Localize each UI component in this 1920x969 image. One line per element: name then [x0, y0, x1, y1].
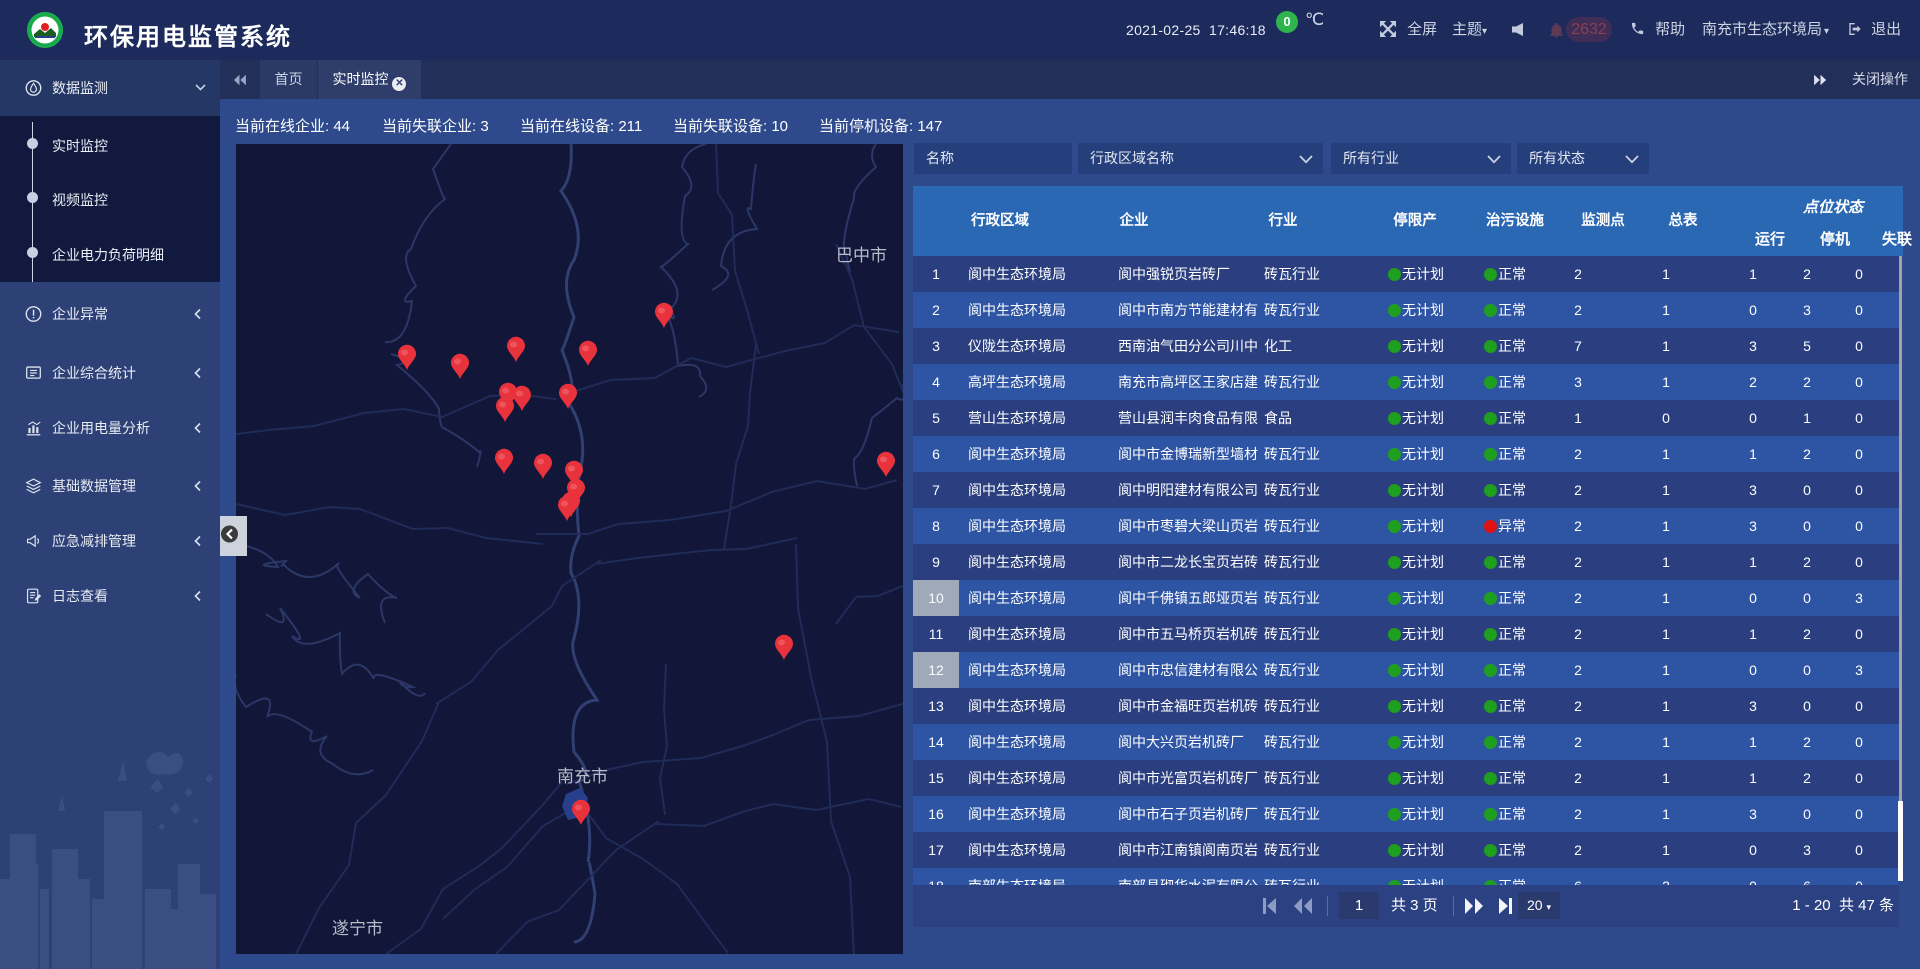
svg-text:巴中市: 巴中市	[836, 246, 887, 265]
svg-text:南充市: 南充市	[557, 767, 608, 786]
svg-text:遂宁市: 遂宁市	[332, 919, 383, 938]
